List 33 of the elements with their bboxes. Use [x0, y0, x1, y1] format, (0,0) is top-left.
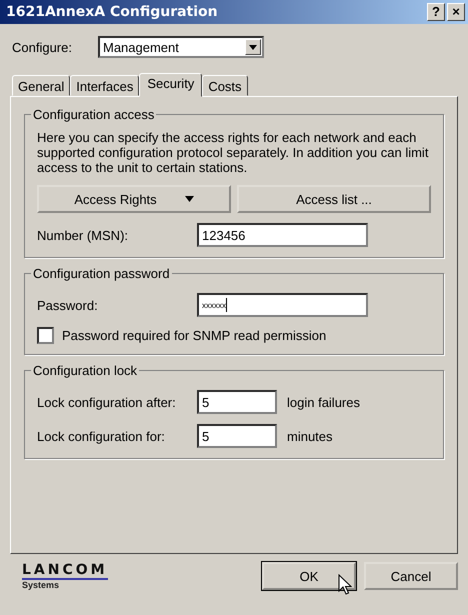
checkbox-label: Password required for SNMP read permission: [62, 328, 326, 343]
number-label: Number (MSN):: [37, 228, 130, 242]
group-title: Configuration password: [32, 266, 171, 281]
input-field[interactable]: 5: [197, 424, 277, 448]
dialog-button[interactable]: Cancel: [364, 562, 458, 590]
help-button[interactable]: ?: [427, 3, 445, 21]
number-field[interactable]: 123456: [197, 223, 368, 247]
group-title: Configuration access: [32, 107, 156, 122]
password-label: Password:: [37, 298, 99, 312]
tab[interactable]: General: [12, 75, 70, 96]
password-field[interactable]: xxxxxx: [197, 293, 368, 317]
group-title: Configuration lock: [32, 363, 138, 378]
tab[interactable]: Interfaces: [70, 75, 140, 96]
configure-label: Configure:: [12, 40, 72, 54]
unit-label: login failures: [287, 394, 360, 410]
logo-subtitle: Systems: [22, 580, 60, 590]
caret-icon: [184, 196, 194, 202]
input-field[interactable]: 5: [197, 390, 277, 414]
window-title: 1621AnnexA Configuration: [6, 4, 218, 20]
mouse-pointer-icon: [338, 574, 352, 595]
dialog-button[interactable]: OK: [262, 562, 356, 590]
close-button[interactable]: ×: [447, 3, 465, 21]
description-text: Here you can specify the access rights for each network and each supported configuration protocol separately. In addition you can limit access to the unit to certain stations.: [37, 130, 430, 175]
tab[interactable]: Security: [139, 73, 202, 97]
logo-wordmark: LANCOM: [22, 562, 108, 580]
unit-label: minutes: [287, 428, 333, 444]
configure-dropdown[interactable]: Management: [98, 36, 264, 58]
access-list-button[interactable]: Access list ...: [237, 185, 431, 213]
field-label: Lock configuration after:: [37, 394, 177, 410]
field-label: Lock configuration for:: [37, 428, 166, 444]
access-rights-button[interactable]: Access Rights: [37, 185, 231, 213]
checkbox[interactable]: [37, 327, 54, 344]
tab[interactable]: Costs: [202, 75, 248, 96]
